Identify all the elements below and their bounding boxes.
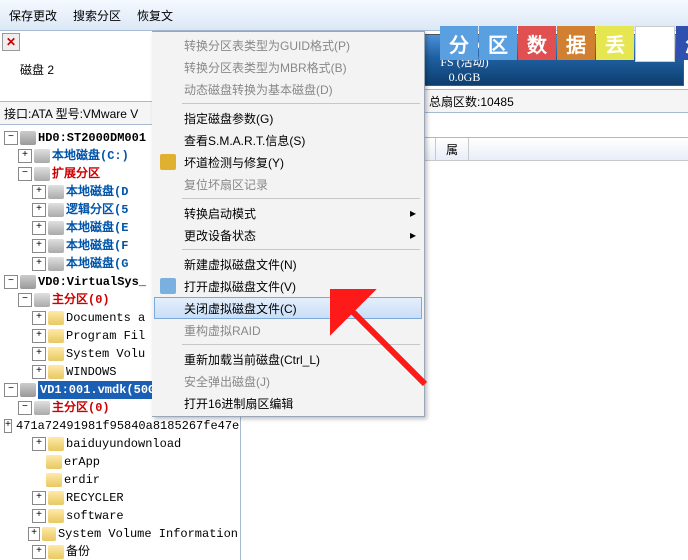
folder-icon [48, 437, 64, 451]
toolbar-save[interactable]: 保存更改 [2, 3, 64, 27]
expand-icon[interactable]: + [32, 311, 46, 325]
wrench-icon [160, 154, 176, 170]
drive-icon [48, 239, 64, 253]
expand-icon[interactable]: + [32, 509, 46, 523]
menu-bootmode[interactable]: 转换启动模式▸ [154, 202, 422, 224]
banner-tile: 据 [557, 26, 595, 60]
collapse-icon[interactable]: − [18, 293, 32, 307]
disk-icon [20, 275, 36, 289]
collapse-icon[interactable]: − [18, 401, 32, 415]
expand-icon[interactable]: + [32, 545, 46, 559]
menu-raid[interactable]: 重构虚拟RAID [154, 319, 422, 341]
tree-folder[interactable]: +RECYCLER [2, 489, 240, 507]
menu-reload[interactable]: 重新加载当前磁盘(Ctrl_L) [154, 348, 422, 370]
chevron-right-icon: ▸ [410, 206, 416, 220]
banner-tile: 数 [518, 26, 556, 60]
banner-tile: 分 [440, 26, 478, 60]
expand-icon[interactable]: + [32, 185, 46, 199]
tree-folder[interactable]: +备份 [2, 543, 240, 560]
toolbar-search[interactable]: 搜索分区 [66, 3, 128, 27]
folder-icon [48, 365, 64, 379]
disk-icon [20, 383, 36, 397]
tree-folder[interactable]: +baiduyundownload [2, 435, 240, 453]
menu-devstate[interactable]: 更改设备状态▸ [154, 224, 422, 246]
menu-params[interactable]: 指定磁盘参数(G) [154, 107, 422, 129]
banner: 分区数据丢怎么!c [440, 26, 688, 60]
expand-icon[interactable]: + [32, 365, 46, 379]
collapse-icon[interactable]: − [4, 275, 18, 289]
folder-icon [46, 455, 62, 469]
menu-dynamic[interactable]: 动态磁盘转换为基本磁盘(D) [154, 78, 422, 100]
menu-reset[interactable]: 复位坏扇区记录 [154, 173, 422, 195]
drive-icon [48, 203, 64, 217]
folder-icon [48, 545, 64, 559]
partition-size: 0.0GB [449, 70, 481, 85]
banner-tile: 丢 [596, 26, 634, 60]
drive-icon [48, 221, 64, 235]
expand-icon[interactable]: + [32, 203, 46, 217]
toolbar-restore[interactable]: 恢复文 [130, 3, 180, 27]
expand-icon[interactable]: + [32, 329, 46, 343]
menu-close-vdisk[interactable]: 关闭虚拟磁盘文件(C) [154, 297, 422, 319]
folder-icon [46, 473, 62, 487]
banner-tile [635, 26, 675, 62]
disk-icon [20, 131, 36, 145]
banner-tile: 区 [479, 26, 517, 60]
menu-smart[interactable]: 查看S.M.A.R.T.信息(S) [154, 129, 422, 151]
expand-icon[interactable]: + [32, 239, 46, 253]
col-attr[interactable]: 属 [436, 138, 469, 160]
menu-new-vdisk[interactable]: 新建虚拟磁盘文件(N) [154, 253, 422, 275]
folder-icon [48, 509, 64, 523]
expand-icon[interactable]: + [32, 257, 46, 271]
tree-folder[interactable]: +System Volume Information [2, 525, 240, 543]
expand-icon[interactable]: + [18, 149, 32, 163]
drive-icon [34, 149, 50, 163]
folder-icon [48, 329, 64, 343]
drive-icon [48, 257, 64, 271]
drive-icon [34, 401, 50, 415]
menu-mbr[interactable]: 转换分区表类型为MBR格式(B) [154, 56, 422, 78]
metric-total: 总扇区数:10485 [429, 93, 514, 110]
expand-icon[interactable]: + [28, 527, 40, 541]
tree-folder[interactable]: +software [2, 507, 240, 525]
folder-icon [48, 347, 64, 361]
tree-folder[interactable]: erApp [2, 453, 240, 471]
tree-folder[interactable]: erdir [2, 471, 240, 489]
expand-icon[interactable]: + [32, 221, 46, 235]
drive-icon [34, 167, 50, 181]
open-icon [160, 278, 176, 294]
menu-badsector[interactable]: 坏道检测与修复(Y) [154, 151, 422, 173]
expand-icon[interactable]: + [4, 419, 12, 433]
menu-open-vdisk[interactable]: 打开虚拟磁盘文件(V) [154, 275, 422, 297]
collapse-icon[interactable]: − [4, 383, 18, 397]
menu-eject[interactable]: 安全弹出磁盘(J) [154, 370, 422, 392]
menu-hex[interactable]: 打开16进制扇区编辑 [154, 392, 422, 414]
chevron-right-icon: ▸ [410, 228, 416, 242]
folder-icon [48, 311, 64, 325]
context-menu: 转换分区表类型为GUID格式(P) 转换分区表类型为MBR格式(B) 动态磁盘转… [152, 31, 425, 417]
folder-icon [48, 491, 64, 505]
expand-icon[interactable]: + [32, 437, 46, 451]
drive-icon [34, 293, 50, 307]
collapse-icon[interactable]: − [4, 131, 18, 145]
collapse-icon[interactable]: − [18, 167, 32, 181]
expand-icon[interactable]: + [32, 347, 46, 361]
banner-tile: 怎 [676, 26, 688, 60]
menu-guid[interactable]: 转换分区表类型为GUID格式(P) [154, 34, 422, 56]
expand-icon[interactable]: + [32, 491, 46, 505]
folder-icon [42, 527, 56, 541]
tree-folder[interactable]: +471a72491981f95840a8185267fe47ed [2, 417, 240, 435]
drive-icon [48, 185, 64, 199]
